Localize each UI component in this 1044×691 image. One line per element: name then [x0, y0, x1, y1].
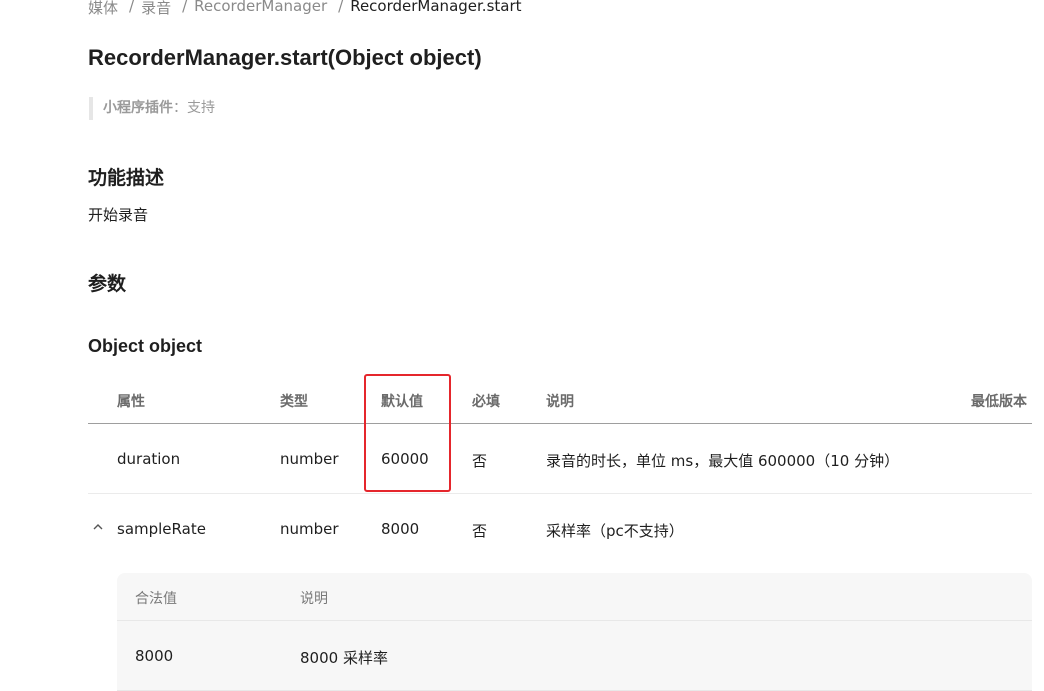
breadcrumb-item-recording[interactable]: 录音	[141, 0, 171, 18]
row-required: 否	[472, 452, 488, 470]
support-note-label: 小程序插件	[103, 100, 173, 116]
breadcrumb-separator: /	[129, 0, 135, 15]
nested-header-value: 合法值	[135, 591, 177, 607]
row-type: number	[280, 450, 339, 468]
page-title: RecorderManager.start(Object object)	[88, 45, 482, 70]
nested-row-value: 8000	[135, 647, 174, 665]
nested-values-table: 合法值 说明 8000 8000 采样率	[117, 573, 1032, 691]
breadcrumb-separator: /	[182, 0, 188, 15]
header-desc: 说明	[546, 394, 574, 410]
params-table: 属性 类型 默认值 必填 说明 最低版本 duration number 600…	[88, 375, 1032, 564]
header-name: 属性	[117, 394, 145, 410]
nested-table-row: 8000 8000 采样率	[117, 621, 1032, 691]
table-row: sampleRate number 8000 否 采样率（pc不支持）	[88, 494, 1032, 564]
section-title-params: 参数	[88, 273, 127, 295]
breadcrumb-item-recorder-manager[interactable]: RecorderManager	[194, 0, 327, 18]
row-desc: 录音的时长，单位 ms，最大值 600000（10 分钟）	[546, 452, 900, 470]
row-default: 60000	[381, 450, 429, 468]
nested-table-header: 合法值 说明	[117, 573, 1032, 621]
section-title-function-desc: 功能描述	[88, 167, 165, 189]
support-note: 小程序插件：支持	[89, 97, 215, 120]
row-required: 否	[472, 522, 488, 540]
breadcrumb-separator: /	[338, 0, 344, 15]
header-type: 类型	[280, 394, 308, 410]
breadcrumb: 媒体 / 录音 / RecorderManager / RecorderMana…	[88, 0, 522, 18]
support-note-value: ：支持	[173, 100, 215, 116]
breadcrumb-current: RecorderManager.start	[350, 0, 522, 15]
function-desc-text: 开始录音	[88, 206, 149, 224]
row-desc: 采样率（pc不支持）	[546, 522, 684, 540]
object-title: Object object	[88, 336, 203, 356]
row-type: number	[280, 520, 339, 538]
header-min-version: 最低版本	[971, 394, 1027, 410]
table-header: 属性 类型 默认值 必填 说明 最低版本	[88, 375, 1032, 424]
nested-header-desc: 说明	[300, 591, 328, 607]
row-default: 8000	[381, 520, 420, 538]
chevron-up-icon[interactable]	[91, 520, 105, 534]
nested-row-desc: 8000 采样率	[300, 649, 388, 667]
breadcrumb-item-media[interactable]: 媒体	[88, 0, 118, 18]
row-name: duration	[117, 450, 181, 468]
header-default: 默认值	[381, 394, 423, 410]
row-name: sampleRate	[117, 520, 206, 538]
table-row: duration number 60000 否 录音的时长，单位 ms，最大值 …	[88, 424, 1032, 494]
doc-page: 媒体 / 录音 / RecorderManager / RecorderMana…	[0, 0, 1044, 691]
header-required: 必填	[472, 394, 500, 410]
